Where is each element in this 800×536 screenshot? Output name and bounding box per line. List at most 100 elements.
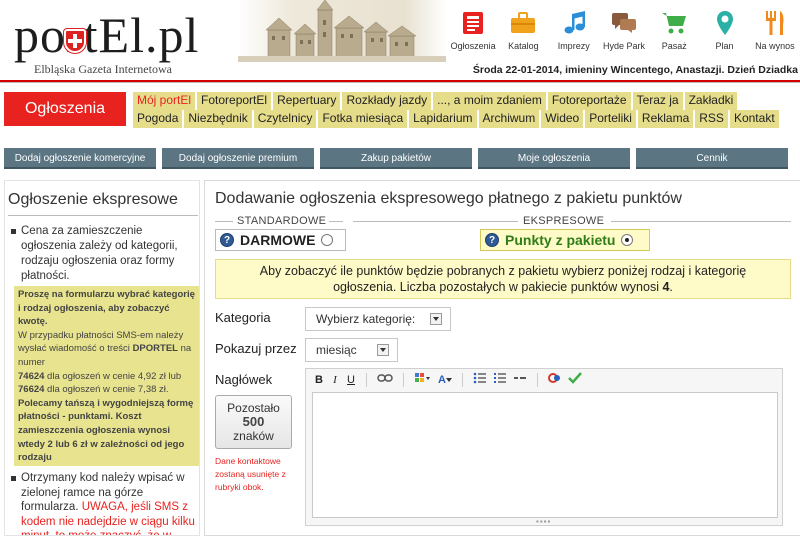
bullet-icon [11,476,16,481]
ad-form-panel: Dodawanie ogłoszenia ekspresowego płatne… [204,180,800,536]
action-bar: Dodaj ogłoszenie komercyjne Dodaj ogłosz… [4,148,788,169]
topnav-hyde-park[interactable]: Hyde Park [599,8,649,56]
counter-bottom: znaków [233,429,274,443]
sidebar: Ogłoszenie ekspresowe Cena za zamieszcze… [4,180,200,536]
logo-text: portEl.pl [14,7,200,63]
italic-button[interactable]: I [328,372,342,388]
nav-wideo[interactable]: Wideo [541,110,584,128]
sms-price-2: dla ogłoszeń w cenie 7,38 zł. [44,384,169,396]
sms-keyword: DPORTEL [132,343,178,355]
price-list-button[interactable]: Cennik [636,148,788,169]
numbered-list-icon[interactable] [491,372,509,388]
shopping-cart-icon [661,10,687,36]
option-points[interactable]: ? Punkty z pakietu [480,229,650,251]
sidebar-title: Ogłoszenie ekspresowe [8,191,178,208]
nav-rss[interactable]: RSS [695,110,728,128]
char-counter: Pozostało 500 znaków [215,395,292,449]
topnav-imprezy[interactable]: Imprezy [549,8,599,56]
nav-moj-portel[interactable]: Mój portEl [133,92,196,110]
sms-number-2: 76624 [18,384,45,396]
points-recommendation: Polecamy tańszą i wygodniejszą formę pła… [18,397,194,464]
topnav-katalog[interactable]: Katalog [498,8,548,56]
duration-select[interactable]: miesiąc [305,338,398,362]
nav-niezbednik[interactable]: Niezbędnik [184,110,252,128]
add-commercial-ad-button[interactable]: Dodaj ogłoszenie komercyjne [4,148,156,169]
topnav-plan[interactable]: Plan [699,8,749,56]
topnav-label: Ogłoszenia [450,41,496,51]
category-nav-row-2: Pogoda Niezbędnik Czytelnicy Fotka miesi… [133,110,779,128]
nav-zakladki[interactable]: Zakładki [684,92,738,110]
sms-number-1: 74624 [18,370,45,382]
topnav-label: Hyde Park [602,41,645,51]
category-nav-row-1: Mój portEl FotoreportEl Repertuary Rozkł… [133,92,738,110]
help-icon[interactable]: ? [485,233,499,247]
option-free-radio[interactable] [321,234,334,246]
topnav-ogloszenia[interactable]: Ogłoszenia [448,8,498,56]
topnav-label: Plan [715,41,734,51]
briefcase-icon [510,10,536,36]
music-note-icon [561,10,587,36]
section-title[interactable]: Ogłoszenia [4,92,126,126]
option-free-label: DARMOWE [240,232,316,248]
nav-porteliki[interactable]: Porteliki [585,110,636,128]
option-free[interactable]: ? DARMOWE [215,229,346,251]
nav-kontakt[interactable]: Kontakt [729,110,779,128]
header-grey-divider [0,82,800,83]
payment-instruction: Proszę na formularzu wybrać kategorię i … [18,289,195,328]
category-select[interactable]: Wybierz kategorię: [305,307,451,331]
divider [215,221,233,222]
topnav-label: Na wynos [755,41,795,51]
nav-lapidarium[interactable]: Lapidarium [409,110,477,128]
heading-label: Nagłówek [215,372,273,387]
spellcheck-icon[interactable] [546,372,564,388]
nav-rozklady-jazdy[interactable]: Rozkłady jazdy [342,92,432,110]
rich-text-editor: B I U A ▪▪▪▪ [305,368,783,526]
site-logo[interactable]: portEl.pl Elbląska Gazeta Internetowa [14,6,234,76]
font-color-icon[interactable]: A [436,372,454,388]
nav-a-moim-zdaniem[interactable]: ..., a moim zdaniem [433,92,546,110]
editor-toolbar: B I U A [306,369,782,391]
option-points-label: Punkty z pakietu [505,232,616,248]
bullet-icon [11,229,16,234]
nav-pogoda[interactable]: Pogoda [133,110,183,128]
option-points-radio[interactable] [621,234,634,246]
nav-reklama[interactable]: Reklama [637,110,694,128]
top-navigation: Ogłoszenia Katalog Imprezy Hyde Park Pas… [448,8,800,56]
divider [611,221,791,222]
buy-packages-button[interactable]: Zakup pakietów [320,148,472,169]
my-ads-button[interactable]: Moje ogłoszenia [478,148,630,169]
outdent-icon[interactable] [511,372,529,388]
help-icon[interactable]: ? [220,233,234,247]
nav-fotka-miesiaca[interactable]: Fotka miesiąca [318,110,408,128]
sidebar-price-info: Cena za zamieszczenie ogłoszenia zależy … [11,224,197,284]
link-icon[interactable] [375,372,395,388]
nav-repertuary[interactable]: Repertuary [273,92,341,110]
table-icon[interactable] [412,372,434,388]
nav-archiwum[interactable]: Archiwum [478,110,540,128]
dateline: Środa 22-01-2014, imieniny Wincentego, A… [472,64,798,76]
fork-knife-icon [762,10,788,36]
bulleted-list-icon[interactable] [471,372,489,388]
nav-teraz-ja[interactable]: Teraz ja [632,92,683,110]
standard-group-label: STANDARDOWE [237,215,327,227]
contact-removal-note: Dane kontaktowe zostaną usunięte z rubry… [215,456,286,492]
heading-textarea[interactable] [312,392,778,518]
add-premium-ad-button[interactable]: Dodaj ogłoszenie premium [162,148,314,169]
nav-fotoreportaze[interactable]: Fotoreportaże [547,92,631,110]
chevron-down-icon [430,313,442,325]
counter-number: 500 [242,414,265,429]
nav-czytelnicy[interactable]: Czytelnicy [253,110,317,128]
toolbar-separator [461,373,463,387]
topnav-pasaz[interactable]: Pasaż [649,8,699,56]
underline-button[interactable]: U [344,372,358,388]
newspaper-icon [460,10,486,36]
checkmark-icon[interactable] [566,372,584,388]
resize-handle-icon[interactable]: ▪▪▪▪ [536,517,551,526]
bold-button[interactable]: B [312,372,326,388]
express-group-label: EKSPRESOWE [523,215,605,227]
category-select-value: Wybierz kategorię: [316,312,416,326]
counter-top: Pozostało [227,401,280,415]
duration-label: Pokazuj przez [215,341,297,356]
nav-fotoreportel[interactable]: FotoreportEl [197,92,272,110]
topnav-na-wynos[interactable]: Na wynos [750,8,800,56]
